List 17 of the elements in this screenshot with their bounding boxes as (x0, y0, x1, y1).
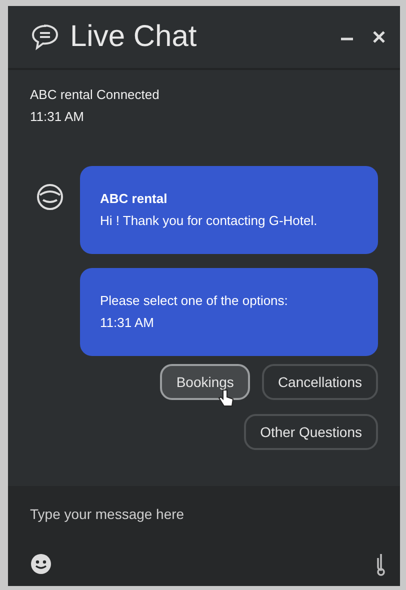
window-title: Live Chat (70, 20, 198, 54)
option-button[interactable]: Bookings (160, 364, 250, 400)
message-time: 11:31 AM (100, 314, 155, 332)
close-icon[interactable] (372, 30, 386, 44)
message-text: Hi ! Thank you for contacting G-Hotel. (100, 212, 318, 230)
emoji-icon[interactable] (30, 553, 52, 575)
message-sender: ABC rental (100, 190, 168, 208)
connection-status: ABC rental Connected (30, 86, 160, 104)
message-text: Please select one of the options: (100, 292, 289, 310)
timestamp: 11:31 AM (30, 108, 85, 126)
message-input[interactable]: Type your message here (30, 506, 386, 522)
attachment-icon[interactable] (376, 552, 386, 576)
avatar-icon (35, 182, 65, 212)
option-button[interactable]: Other Questions (244, 414, 378, 450)
hand-cursor-icon (218, 388, 234, 408)
chat-bubble-icon (30, 23, 60, 51)
option-button[interactable]: Cancellations (262, 364, 378, 400)
